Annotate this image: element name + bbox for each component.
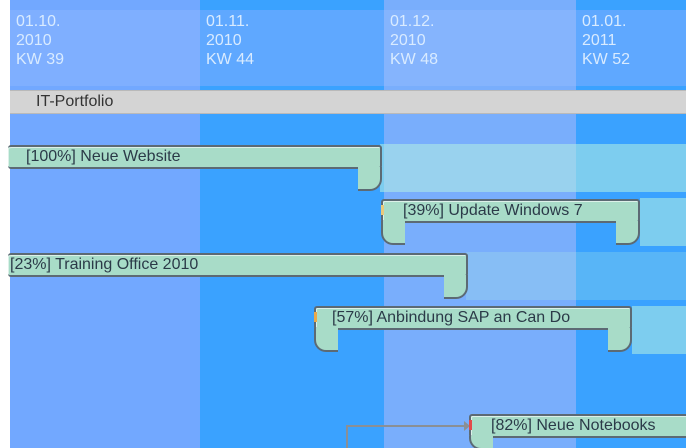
task-tail bbox=[469, 436, 493, 448]
dependency-connector bbox=[346, 421, 470, 448]
progress-marker bbox=[469, 420, 472, 430]
task-bar-neue-notebooks[interactable]: [82%] Neue Notebooks bbox=[469, 414, 686, 438]
task-label: [82%] Neue Notebooks bbox=[491, 417, 656, 434]
gantt-chart: 01.10. 2010 KW 39 01.11. 2010 KW 44 01.1… bbox=[0, 0, 686, 448]
